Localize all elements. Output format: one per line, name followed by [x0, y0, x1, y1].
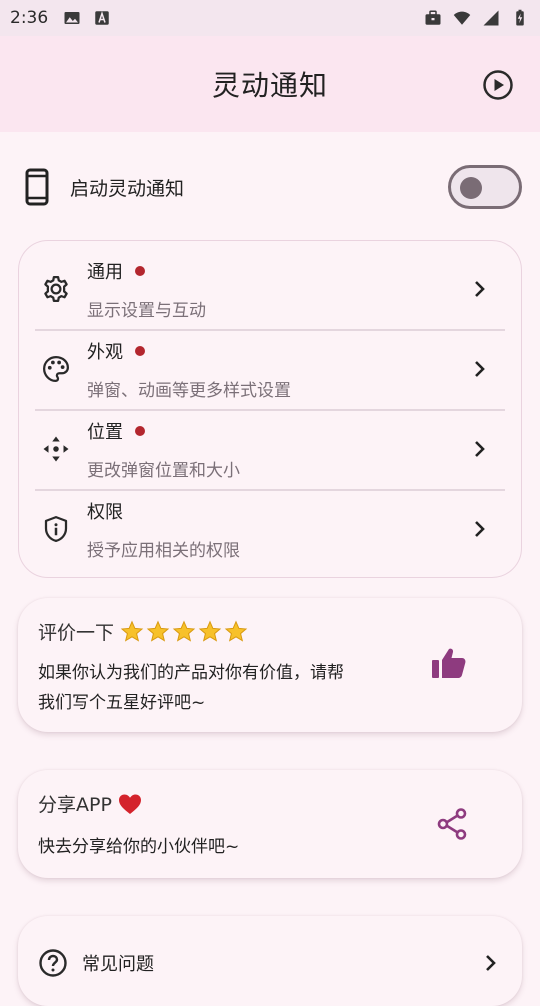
- chevron-right-icon: [475, 521, 485, 537]
- status-right-icons: [423, 8, 530, 28]
- faq-row[interactable]: 常见问题: [38, 948, 502, 978]
- faq-card[interactable]: 常见问题: [18, 916, 522, 1006]
- rate-body-line: 如果你认为我们的产品对你有价值，请帮: [38, 663, 344, 683]
- settings-item-title: 位置: [87, 421, 123, 443]
- share-card[interactable]: 分享APP 快去分享给你的小伙伴吧~: [18, 770, 522, 878]
- phone-icon: [25, 168, 49, 206]
- settings-item-subtitle: 授予应用相关的权限: [87, 540, 240, 561]
- enable-notification-row[interactable]: 启动灵动通知: [18, 158, 522, 216]
- share-body: 快去分享给你的小伙伴吧~: [38, 837, 240, 857]
- briefcase-icon: [423, 8, 443, 28]
- new-badge-dot: [135, 425, 145, 436]
- rate-title-row: 评价一下: [38, 618, 248, 645]
- settings-item-permissions[interactable]: 权限 授予应用相关的权限: [35, 489, 505, 569]
- star-icon: [172, 620, 196, 642]
- page-title: 灵动通知: [211, 69, 328, 102]
- shield-icon: [39, 512, 73, 546]
- switch-knob: [460, 177, 482, 199]
- image-icon: [62, 8, 82, 28]
- settings-item-title: 外观: [87, 341, 123, 363]
- settings-item-subtitle: 弹窗、动画等更多样式设置: [87, 380, 291, 401]
- chevron-right-icon: [475, 361, 485, 377]
- settings-item-position[interactable]: 位置 更改弹窗位置和大小: [35, 409, 505, 489]
- settings-card: 通用 显示设置与互动 外观 弹窗、动画等更多样式设置 位置 更改弹窗位置和大小 …: [18, 240, 522, 578]
- status-bar: 2:36: [0, 0, 540, 36]
- settings-item-text: 位置 更改弹窗位置和大小: [87, 418, 240, 481]
- faq-label: 常见问题: [82, 954, 154, 975]
- play-button[interactable]: [482, 69, 514, 101]
- star-icon: [120, 620, 144, 642]
- settings-item-title: 通用: [87, 261, 123, 283]
- rate-body-line: 我们写个五星好评吧~: [38, 693, 206, 713]
- enable-notification-label: 启动灵动通知: [70, 177, 185, 200]
- chevron-right-icon: [475, 441, 485, 457]
- star-icon: [224, 620, 248, 642]
- settings-item-title-row: 权限: [87, 498, 240, 524]
- rate-card[interactable]: 评价一下 如果你认为我们的产品对你有价值，请帮 我们写个五星好评吧~: [18, 598, 522, 732]
- move-arrows-icon: [39, 432, 73, 466]
- settings-item-text: 外观 弹窗、动画等更多样式设置: [87, 338, 291, 401]
- settings-item-appearance[interactable]: 外观 弹窗、动画等更多样式设置: [35, 329, 505, 409]
- battery-charging-icon: [510, 8, 530, 28]
- help-circle-icon: [39, 949, 67, 977]
- thumbs-up-icon[interactable]: [430, 644, 470, 684]
- star-icon: [146, 620, 170, 642]
- new-badge-dot: [135, 265, 145, 276]
- gear-icon: [39, 272, 73, 306]
- five-star-rating: [120, 620, 248, 644]
- font-a-icon: [92, 8, 112, 28]
- new-badge-dot: [135, 345, 145, 356]
- app-header: 灵动通知: [0, 36, 540, 132]
- settings-item-general[interactable]: 通用 显示设置与互动: [35, 249, 505, 329]
- settings-item-text: 通用 显示设置与互动: [87, 258, 206, 321]
- share-title: 分享APP: [38, 794, 112, 816]
- settings-item-title-row: 位置: [87, 418, 240, 444]
- status-time: 2:36: [10, 8, 49, 28]
- share-title-row: 分享APP: [38, 790, 142, 817]
- palette-icon: [39, 352, 73, 386]
- settings-item-title-row: 外观: [87, 338, 291, 364]
- rate-title: 评价一下: [38, 622, 115, 644]
- settings-item-subtitle: 显示设置与互动: [87, 300, 206, 321]
- wifi-icon: [452, 8, 472, 28]
- settings-item-text: 权限 授予应用相关的权限: [87, 498, 240, 561]
- chevron-right-icon: [486, 955, 496, 971]
- share-icon[interactable]: [434, 806, 470, 842]
- star-icon: [198, 620, 222, 642]
- settings-item-title-row: 通用: [87, 258, 206, 284]
- rate-body: 如果你认为我们的产品对你有价值，请帮 我们写个五星好评吧~: [38, 658, 344, 718]
- settings-item-subtitle: 更改弹窗位置和大小: [87, 460, 240, 481]
- enable-notification-switch[interactable]: [448, 165, 522, 209]
- play-circle-icon: [483, 70, 513, 100]
- chevron-right-icon: [475, 281, 485, 297]
- status-left-icons: [62, 8, 112, 28]
- settings-item-title: 权限: [87, 501, 123, 523]
- signal-icon: [481, 8, 501, 28]
- heart-icon: [118, 794, 141, 814]
